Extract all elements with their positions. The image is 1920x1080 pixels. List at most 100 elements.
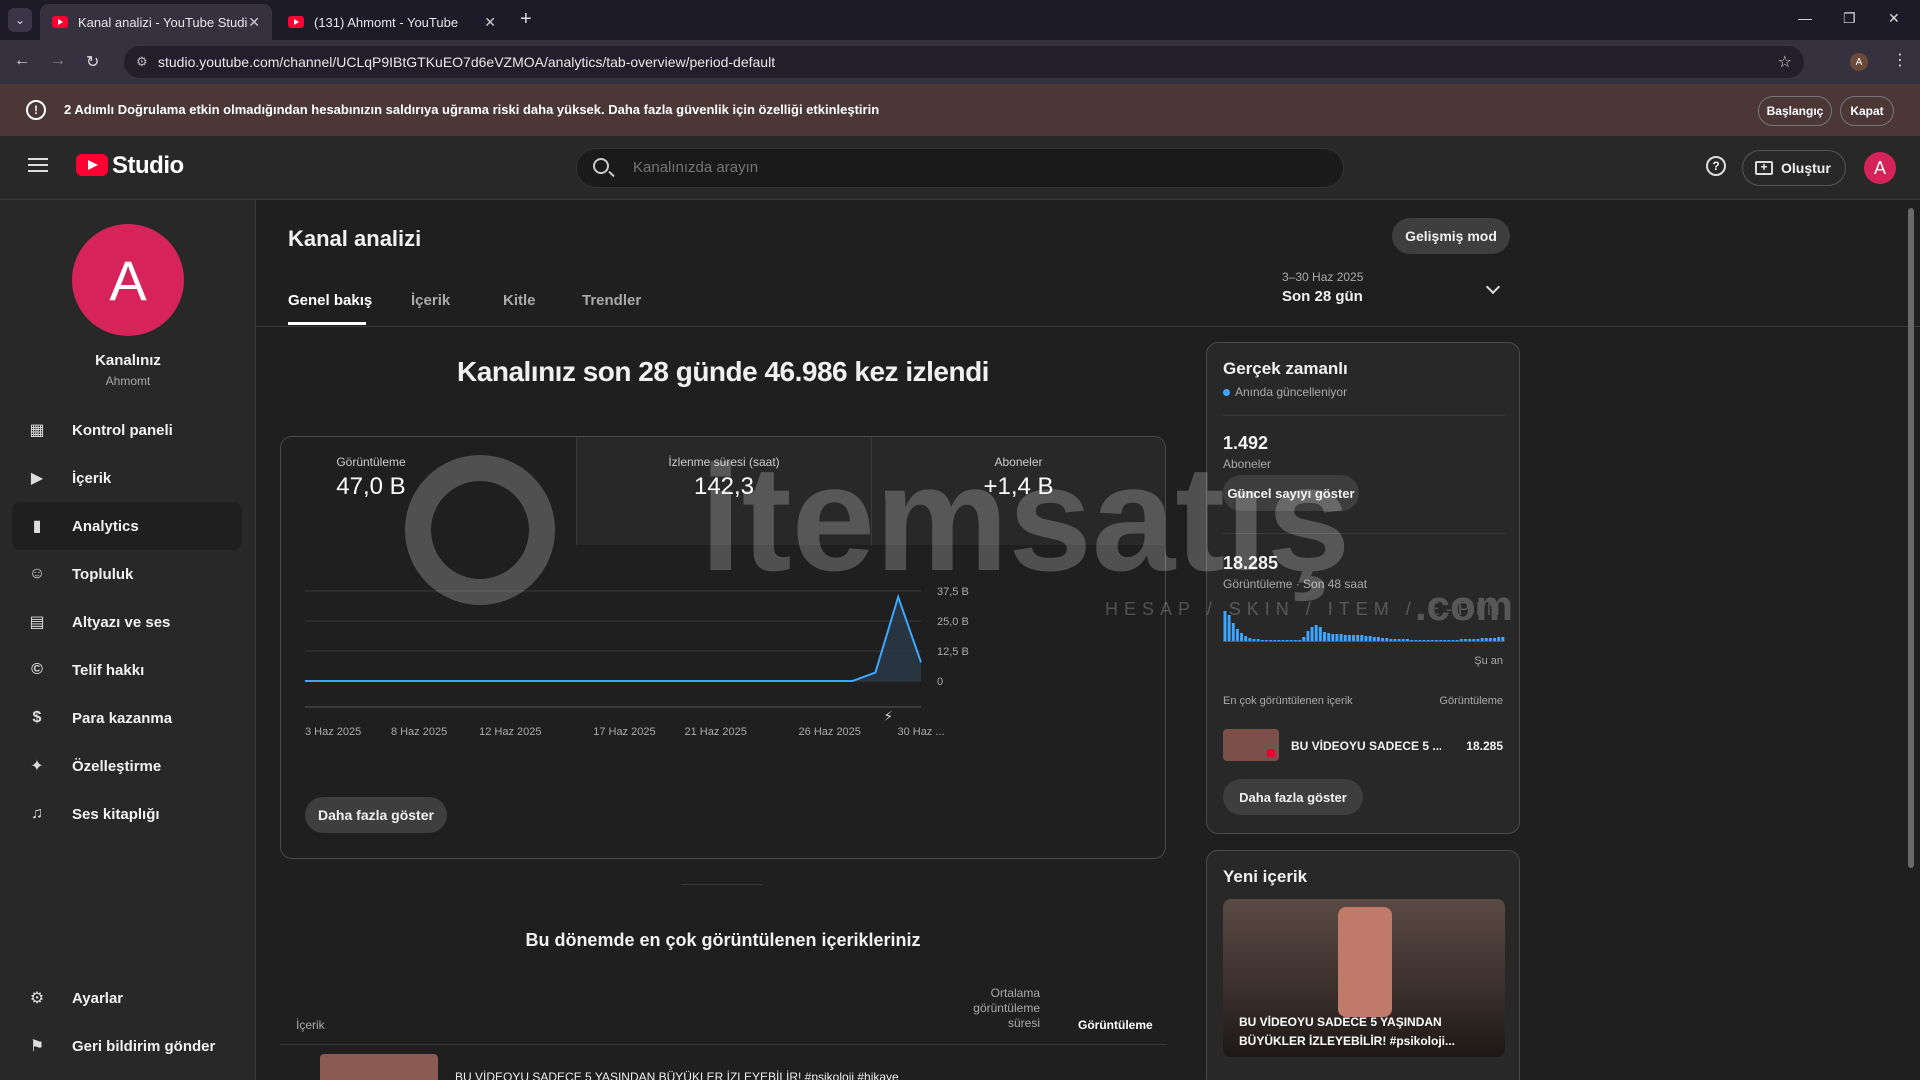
advanced-mode-button[interactable]: Gelişmiş mod xyxy=(1392,218,1510,254)
sidebar-item-monetization[interactable]: $ Para kazanma xyxy=(12,694,242,742)
kpi-label: Görüntüleme xyxy=(336,455,406,469)
views-header: Görüntüleme xyxy=(1439,695,1503,707)
tab-content[interactable]: İçerik xyxy=(411,292,450,309)
dollar-icon: $ xyxy=(32,709,42,726)
channel-search[interactable] xyxy=(576,148,1344,188)
realtime-bar xyxy=(1306,631,1310,641)
kpi-value: 47,0 B xyxy=(336,473,406,500)
browser-tab-studio[interactable]: Kanal analizi - YouTube Studio ✕ xyxy=(40,4,272,40)
window-close-icon[interactable]: ✕ xyxy=(1888,10,1900,27)
sidebar-item-feedback[interactable]: ⚑ Geri bildirim gönder xyxy=(12,1022,242,1070)
sidebar-item-label: Para kazanma xyxy=(72,709,173,727)
kpi-value: 142,3 xyxy=(693,473,755,500)
close-tab-icon[interactable]: ✕ xyxy=(484,14,496,31)
channel-avatar[interactable]: A xyxy=(72,224,184,336)
browser-profile-avatar[interactable]: A xyxy=(1850,53,1868,71)
tab-overview[interactable]: Genel bakış xyxy=(288,292,372,309)
x-tick-label: 30 Haz ... xyxy=(897,726,944,738)
sidebar-item-label: Analytics xyxy=(72,517,139,535)
realtime-subscriber-label: Aboneler xyxy=(1223,457,1272,471)
sidebar-item-label: İçerik xyxy=(72,469,112,487)
show-more-button[interactable]: Daha fazla göster xyxy=(305,797,447,833)
top-video-title[interactable]: BU VİDEOYU SADECE 5 ... xyxy=(1291,739,1441,753)
sidebar: A Kanalınız Ahmomt ▦ Kontrol paneli ▶ İç… xyxy=(0,200,256,1080)
video-thumbnail[interactable] xyxy=(320,1054,438,1080)
dismiss-button[interactable]: Kapat xyxy=(1840,96,1894,126)
date-range-picker[interactable]: 3–30 Haz 2025 Son 28 gün xyxy=(1282,270,1363,305)
reload-icon[interactable]: ↻ xyxy=(86,52,99,72)
sidebar-item-copyright[interactable]: © Telif hakkı xyxy=(12,646,242,694)
community-icon: ☺ xyxy=(28,565,46,582)
browser-tab-youtube[interactable]: (131) Ahmomt - YouTube ✕ xyxy=(276,4,508,40)
start-button[interactable]: Başlangıç xyxy=(1758,96,1832,126)
realtime-bar xyxy=(1368,636,1372,641)
warning-text: 2 Adımlı Doğrulama etkin olmadığından he… xyxy=(64,102,880,117)
sidebar-item-settings[interactable]: ⚙ Ayarlar xyxy=(12,974,242,1022)
column-header-avg-duration[interactable]: Ortalama görüntüleme süresi xyxy=(950,986,1040,1031)
table-row-title[interactable]: BU VİDEOYU SADECE 5 YAŞINDAN BÜYÜKLER İZ… xyxy=(455,1070,899,1080)
url-field[interactable]: ⚙ studio.youtube.com/channel/UCLqP9IBtGT… xyxy=(124,46,1804,78)
tab-search-icon[interactable]: ⌄ xyxy=(8,8,32,32)
youtube-logo-icon[interactable] xyxy=(76,154,108,176)
restore-icon[interactable]: ❐ xyxy=(1843,10,1856,27)
kpi-views[interactable]: Görüntüleme 47,0 B xyxy=(281,437,576,545)
active-tab-indicator xyxy=(288,322,366,325)
security-warning-banner: ! 2 Adımlı Doğrulama etkin olmadığından … xyxy=(0,84,1920,136)
realtime-bar xyxy=(1285,640,1289,641)
youtube-favicon-icon xyxy=(52,16,68,28)
show-more-button[interactable]: Daha fazla göster xyxy=(1223,779,1363,815)
views-headline: Kanalınız son 28 günde 46.986 kez izlend… xyxy=(457,356,989,387)
realtime-bar xyxy=(1248,638,1252,641)
browser-menu-icon[interactable]: ⋮ xyxy=(1892,50,1908,70)
divider xyxy=(1223,415,1505,416)
realtime-bar xyxy=(1223,611,1227,641)
account-avatar[interactable]: A xyxy=(1864,152,1896,184)
tab-audience[interactable]: Kitle xyxy=(503,292,536,309)
site-settings-icon[interactable]: ⚙ xyxy=(136,54,148,70)
video-thumbnail[interactable] xyxy=(1223,729,1279,761)
show-live-count-button[interactable]: Güncel sayıyı göster xyxy=(1223,475,1359,511)
minimize-icon[interactable]: — xyxy=(1798,10,1812,26)
realtime-bar xyxy=(1497,637,1501,641)
sidebar-item-community[interactable]: ☺ Topluluk xyxy=(12,550,242,598)
realtime-bar xyxy=(1480,638,1484,641)
page-scrollbar[interactable] xyxy=(1908,208,1914,868)
kpi-label: İzlenme süresi (saat) xyxy=(668,455,780,469)
sidebar-item-analytics[interactable]: ▮ Analytics xyxy=(12,502,242,550)
sidebar-item-customization[interactable]: ✦ Özelleştirme xyxy=(12,742,242,790)
x-tick-label: 26 Haz 2025 xyxy=(799,726,861,738)
new-video-thumbnail[interactable]: BU VİDEOYU SADECE 5 YAŞINDAN BÜYÜKLER İZ… xyxy=(1223,899,1505,1057)
back-icon[interactable]: ← xyxy=(14,52,30,70)
menu-icon[interactable] xyxy=(28,158,48,172)
sidebar-item-label: Topluluk xyxy=(72,565,134,583)
realtime-bar xyxy=(1401,639,1405,641)
create-button[interactable]: + Oluştur xyxy=(1742,150,1846,186)
realtime-bar xyxy=(1464,639,1467,641)
new-tab-icon[interactable]: + xyxy=(520,8,532,31)
tab-trends[interactable]: Trendler xyxy=(582,292,641,309)
bookmark-star-icon[interactable]: ☆ xyxy=(1778,52,1792,72)
sidebar-item-subtitles[interactable]: ▤ Altyazı ve ses xyxy=(12,598,242,646)
forward-icon[interactable]: → xyxy=(50,52,66,70)
column-header-content[interactable]: İçerik xyxy=(296,1018,325,1032)
close-tab-icon[interactable]: ✕ xyxy=(248,14,260,31)
realtime-bar xyxy=(1314,625,1318,641)
views-line-chart: 0 12,5 B 25,0 B 37,5 B 3 Haz 2025 8 Haz 2025 1… xyxy=(305,586,969,738)
realtime-bar xyxy=(1451,640,1455,641)
sidebar-item-audio-library[interactable]: ♫ Ses kitaplığı xyxy=(12,790,242,838)
help-icon[interactable]: ? xyxy=(1706,156,1726,176)
chevron-down-icon[interactable] xyxy=(1485,279,1501,295)
realtime-bar xyxy=(1310,627,1314,641)
sidebar-item-dashboard[interactable]: ▦ Kontrol paneli xyxy=(12,406,242,454)
kpi-subscribers[interactable]: Aboneler +1,4 B xyxy=(871,437,1165,545)
channel-name: Kanalınız xyxy=(95,352,161,369)
column-header-views[interactable]: Görüntüleme xyxy=(1078,1018,1153,1032)
realtime-bar xyxy=(1260,640,1264,641)
sidebar-item-content[interactable]: ▶ İçerik xyxy=(12,454,242,502)
realtime-bar xyxy=(1227,615,1231,641)
studio-logo-text[interactable]: Studio xyxy=(112,152,184,180)
browser-tabbar: ⌄ Kanal analizi - YouTube Studio ✕ (131)… xyxy=(0,0,1920,40)
search-input[interactable] xyxy=(633,159,1313,176)
realtime-bar xyxy=(1435,640,1438,641)
kpi-watch-time[interactable]: İzlenme süresi (saat) 142,3 xyxy=(576,437,871,545)
